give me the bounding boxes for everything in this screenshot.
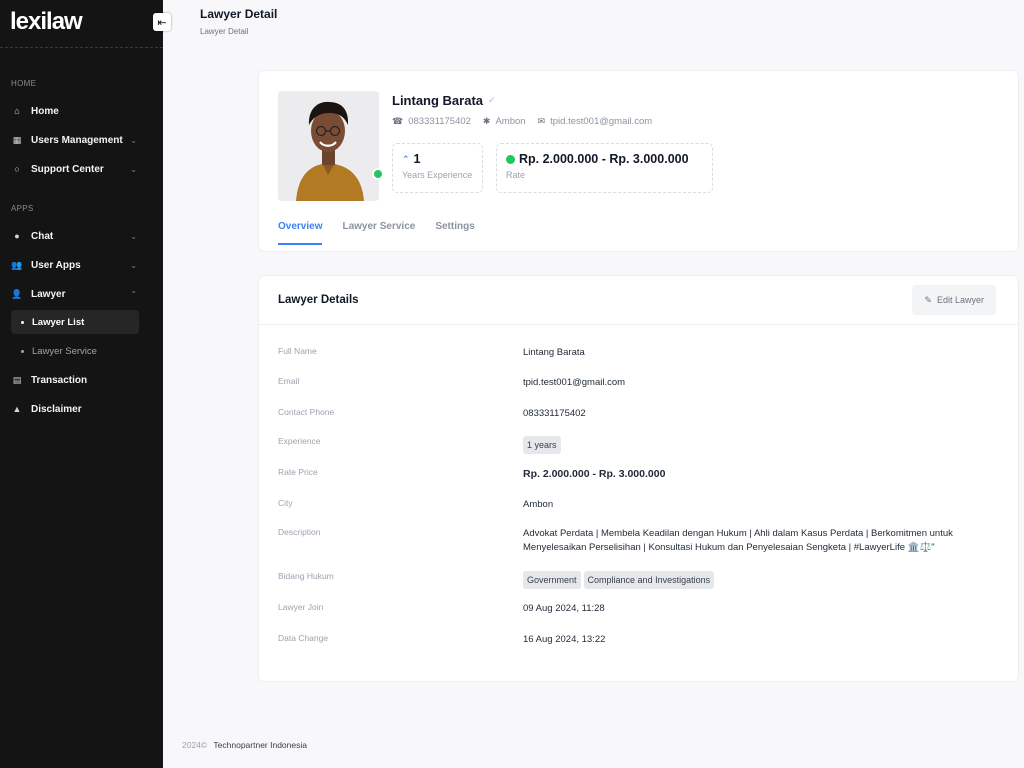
- avatar-image: [278, 91, 379, 201]
- tab-settings[interactable]: Settings: [435, 221, 474, 245]
- sidebar-item-label: Chat: [31, 230, 54, 242]
- chevron-up-icon: ⌃: [130, 289, 137, 299]
- sidebar-item-label: Lawyer: [31, 288, 66, 300]
- sidebar-item-label: Users Management: [31, 134, 123, 146]
- chat-icon: ●: [14, 231, 20, 241]
- sidebar-item-label: Transaction: [31, 374, 88, 386]
- breadcrumb: Lawyer Detail: [200, 27, 249, 36]
- stat-experience: ⌃ 1 Years Experience: [392, 143, 483, 193]
- user-icon: 👤: [11, 288, 23, 299]
- chevron-down-icon: ⌄: [130, 260, 137, 270]
- sidebar-item-home[interactable]: ⌂ Home: [11, 100, 139, 122]
- details-title: Lawyer Details: [278, 294, 359, 306]
- sidebar-item-support-center[interactable]: ○ Support Center ⌄: [11, 158, 139, 180]
- logo[interactable]: lexilaw: [10, 8, 83, 36]
- edit-lawyer-button[interactable]: ✎ Edit Lawyer: [912, 285, 996, 315]
- mail-icon: ✉: [537, 116, 546, 126]
- profile-email: ✉ tpid.test001@gmail.com: [537, 116, 653, 127]
- warning-icon: ▲: [12, 404, 22, 414]
- bullet-icon: [21, 320, 24, 324]
- sidebar-toggle-button[interactable]: ⇤: [153, 13, 171, 31]
- stat-rate: Rp. 2.000.000 - Rp. 3.000.000 Rate: [496, 143, 713, 193]
- chevron-down-icon: ⌄: [130, 164, 137, 174]
- lifebuoy-icon: ○: [14, 164, 20, 174]
- sidebar-item-label: Disclaimer: [31, 403, 82, 415]
- footer-year: 2024©: [182, 740, 208, 750]
- bidang-badge: Government: [523, 571, 581, 589]
- sidebar-subitem-label: Lawyer Service: [32, 345, 97, 357]
- profile-city: ✱ Ambon: [482, 116, 526, 127]
- profile-name: Lintang Barata: [392, 93, 484, 108]
- arrow-left-icon: ⇤: [157, 16, 167, 29]
- profile-phone: ☎ 083331175402: [392, 116, 471, 127]
- grid-icon: ▦: [12, 134, 22, 145]
- sidebar-item-user-apps[interactable]: 👥 User Apps ⌄: [11, 254, 139, 276]
- tab-lawyer-service[interactable]: Lawyer Service: [342, 221, 415, 245]
- location-icon: ✱: [482, 116, 491, 126]
- sidebar-item-lawyer[interactable]: 👤 Lawyer ⌃: [11, 283, 139, 305]
- home-icon: ⌂: [14, 106, 20, 116]
- profile-tabs: Overview Lawyer Service Settings: [278, 221, 475, 245]
- sidebar-subitem-label: Lawyer List: [32, 316, 85, 328]
- edit-icon: ✎: [924, 294, 932, 305]
- bullet-icon: [21, 349, 24, 353]
- section-label-apps: APPS: [11, 204, 34, 213]
- profile-name-row: Lintang Barata ✔: [392, 93, 496, 108]
- chevron-down-icon: ⌄: [130, 231, 137, 241]
- sidebar: lexilaw HOME ⌂ Home ▦ Users Management ⌄…: [0, 0, 163, 768]
- sidebar-item-chat[interactable]: ● Chat ⌄: [11, 225, 139, 247]
- online-status-indicator: [372, 168, 384, 180]
- page-title: Lawyer Detail: [200, 7, 278, 21]
- sidebar-item-label: Support Center: [31, 163, 104, 175]
- sidebar-item-label: Home: [31, 105, 59, 117]
- experience-badge: 1 years: [523, 436, 561, 454]
- stat-label: Rate: [506, 170, 526, 180]
- sidebar-subitem-lawyer-service[interactable]: Lawyer Service: [11, 339, 139, 363]
- phone-icon: ☎: [392, 116, 404, 126]
- sidebar-subitem-lawyer-list[interactable]: Lawyer List: [11, 310, 139, 334]
- sidebar-item-disclaimer[interactable]: ▲ Disclaimer: [11, 398, 139, 420]
- sidebar-divider: [0, 47, 163, 48]
- footer: 2024© Technopartner Indonesia: [182, 740, 307, 750]
- sidebar-item-label: User Apps: [31, 259, 81, 271]
- list-icon: ▤: [12, 374, 22, 385]
- lawyer-details-card: Lawyer Details ✎ Edit Lawyer Full Name L…: [258, 275, 1019, 682]
- footer-company-link[interactable]: Technopartner Indonesia: [213, 740, 307, 750]
- chevron-down-icon: ⌄: [130, 135, 137, 145]
- profile-photo: [278, 91, 379, 201]
- sidebar-item-users-management[interactable]: ▦ Users Management ⌄: [11, 129, 139, 151]
- sidebar-item-transaction[interactable]: ▤ Transaction: [11, 369, 139, 391]
- bidang-badge: Compliance and Investigations: [583, 571, 715, 589]
- profile-meta: ☎ 083331175402 ✱ Ambon ✉ tpid.test001@gm…: [392, 116, 664, 127]
- arrow-up-icon: ⌃: [402, 153, 410, 164]
- profile-card: Lintang Barata ✔ ☎ 083331175402 ✱ Ambon …: [258, 70, 1019, 252]
- users-icon: 👥: [11, 259, 23, 270]
- tab-overview[interactable]: Overview: [278, 221, 323, 245]
- verified-icon: ✔: [488, 95, 496, 105]
- section-label-home: HOME: [11, 79, 37, 88]
- stat-label: Years Experience: [402, 170, 473, 180]
- coin-icon: [506, 154, 515, 164]
- details-header: Lawyer Details ✎ Edit Lawyer: [259, 276, 1018, 325]
